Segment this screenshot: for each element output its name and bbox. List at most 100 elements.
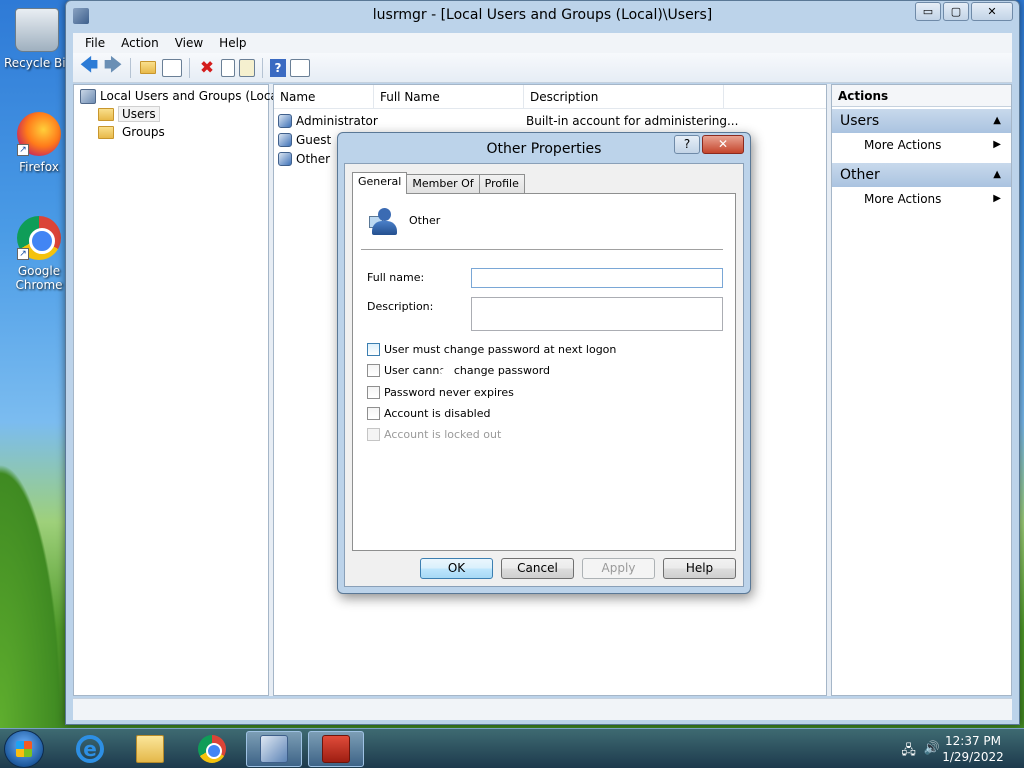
toolbar: 🡄 🡆 ✖ ?: [73, 53, 1012, 83]
tree-item-users[interactable]: Users: [98, 105, 160, 123]
tab-general[interactable]: General: [352, 172, 408, 194]
menu-bar: File Action View Help: [73, 33, 1012, 53]
table-row[interactable]: Other: [278, 149, 330, 168]
tab-member-of[interactable]: Member Of: [406, 174, 480, 194]
show-hide-action-pane-icon[interactable]: [290, 58, 310, 77]
volume-icon[interactable]: 🔊: [924, 741, 940, 763]
taskbar-lusrmgr[interactable]: [246, 731, 302, 767]
menu-help[interactable]: Help: [211, 36, 254, 50]
file-explorer-icon: [136, 735, 164, 763]
close-button[interactable]: ✕: [971, 2, 1013, 21]
taskbar-clock[interactable]: 12:37 PM 1/29/2022: [940, 733, 1006, 765]
description-input[interactable]: [471, 297, 723, 331]
actions-section-other[interactable]: Other ▲: [832, 163, 1011, 187]
account-locked-out-checkbox: [367, 428, 380, 441]
shortcut-arrow-icon: ↗: [17, 144, 29, 156]
collapse-up-icon[interactable]: ▲: [993, 163, 1001, 187]
toolbar-separator: [189, 57, 190, 78]
action-item-label: More Actions: [864, 192, 942, 206]
clock-time: 12:37 PM: [945, 734, 1001, 748]
user-description: Built-in account for administering...: [526, 113, 739, 128]
password-never-expires-checkbox[interactable]: [367, 386, 380, 399]
tree-root[interactable]: Local Users and Groups (Local): [80, 87, 286, 105]
desktop-icon-label: Google Chrome: [15, 264, 63, 292]
properties-icon[interactable]: [221, 58, 235, 77]
dialog-caption-buttons: ? ✕: [674, 135, 744, 154]
desktop-icon-firefox[interactable]: ↗ Firefox: [6, 112, 72, 174]
export-list-icon[interactable]: [239, 58, 255, 77]
back-arrow-icon[interactable]: 🡄: [79, 55, 99, 78]
toolbar-separator: [130, 57, 131, 78]
checkbox-row-password-never-expires[interactable]: Password never expires: [367, 386, 514, 399]
checkbox-row-account-disabled[interactable]: Account is disabled: [367, 407, 491, 420]
mmc-console-icon: [260, 735, 288, 763]
checkbox-label: User must change password at next logon: [384, 343, 617, 356]
chrome-icon: [198, 735, 226, 763]
window-titlebar[interactable]: lusrmgr - [Local Users and Groups (Local…: [66, 1, 1019, 31]
dialog-help-button[interactable]: ?: [674, 135, 700, 154]
show-hide-console-tree-icon[interactable]: [162, 58, 182, 77]
taskbar-internet-explorer[interactable]: e: [62, 731, 118, 767]
desktop-wallpaper-hill: [0, 428, 70, 728]
users-groups-icon: [80, 88, 96, 104]
checkbox-row-cannot-change-password[interactable]: User cannot change password: [367, 364, 550, 377]
collapse-up-icon[interactable]: ▲: [993, 109, 1001, 133]
tree-root-label: Local Users and Groups (Local): [100, 89, 286, 103]
desktop-icon-recycle-bin[interactable]: Recycle Bin: [4, 8, 74, 70]
table-row[interactable]: Guest: [278, 130, 331, 149]
cannot-change-password-checkbox[interactable]: [367, 364, 380, 377]
more-actions-users[interactable]: More Actions ▶: [832, 133, 1011, 157]
tree-item-groups[interactable]: Groups: [98, 123, 165, 141]
internet-explorer-icon: e: [76, 735, 104, 763]
dialog-tabs: General Member Of Profile: [352, 172, 525, 194]
must-change-password-checkbox[interactable]: [367, 343, 380, 356]
taskbar-file-explorer[interactable]: [122, 731, 178, 767]
tree-item-label: Users: [118, 106, 160, 122]
more-actions-other[interactable]: More Actions ▶: [832, 187, 1011, 211]
general-tab-panel: Other Full name: Description: User must …: [352, 193, 736, 551]
window-title: lusrmgr - [Local Users and Groups (Local…: [372, 7, 713, 23]
column-header-name[interactable]: Name: [274, 85, 374, 109]
table-row[interactable]: Administrator Built-in account for admin…: [278, 111, 738, 130]
start-button[interactable]: [4, 730, 44, 768]
username-label: Other: [409, 214, 441, 227]
folder-up-icon: [140, 61, 156, 74]
taskbar-toolbox[interactable]: [308, 731, 364, 767]
tree-item-label: Groups: [122, 125, 165, 139]
firefox-icon: ↗: [17, 112, 61, 156]
checkbox-label: User cannot change password: [384, 364, 551, 377]
checkbox-row-must-change-password[interactable]: User must change password at next logon: [367, 343, 616, 356]
checkbox-row-account-locked-out: Account is locked out: [367, 428, 501, 441]
system-tray: 🖧 🔊: [901, 741, 940, 763]
cancel-button[interactable]: Cancel: [501, 558, 574, 579]
full-name-label: Full name:: [367, 271, 425, 284]
help-button[interactable]: Help: [663, 558, 736, 579]
chrome-icon: ↗: [17, 216, 61, 260]
maximize-button[interactable]: ▢: [943, 2, 969, 21]
user-name: Guest: [296, 132, 332, 147]
toolbar-separator: [262, 57, 263, 78]
menu-file[interactable]: File: [77, 36, 113, 50]
column-header-full-name[interactable]: Full Name: [374, 85, 524, 109]
full-name-input[interactable]: [471, 268, 723, 288]
folder-icon: [98, 125, 114, 139]
network-icon[interactable]: 🖧: [901, 741, 916, 763]
dialog-close-button[interactable]: ✕: [702, 135, 744, 154]
menu-view[interactable]: View: [167, 36, 211, 50]
user-name: Other: [296, 151, 331, 166]
actions-section-title: Users: [840, 113, 880, 129]
help-icon[interactable]: ?: [270, 58, 286, 77]
up-folder-icon[interactable]: [138, 58, 158, 78]
column-header-description[interactable]: Description: [524, 85, 724, 109]
delete-icon[interactable]: ✖: [197, 58, 217, 78]
forward-arrow-icon[interactable]: 🡆: [103, 55, 123, 78]
ok-button[interactable]: OK: [420, 558, 493, 579]
account-disabled-checkbox[interactable]: [367, 407, 380, 420]
menu-action[interactable]: Action: [113, 36, 167, 50]
tab-profile[interactable]: Profile: [478, 174, 525, 194]
minimize-button[interactable]: ▭: [915, 2, 941, 21]
actions-section-users[interactable]: Users ▲: [832, 109, 1011, 133]
desktop-icon-chrome[interactable]: ↗ Google Chrome: [6, 216, 72, 292]
desktop-icon-label: Recycle Bin: [4, 56, 74, 70]
taskbar-chrome[interactable]: [184, 731, 240, 767]
